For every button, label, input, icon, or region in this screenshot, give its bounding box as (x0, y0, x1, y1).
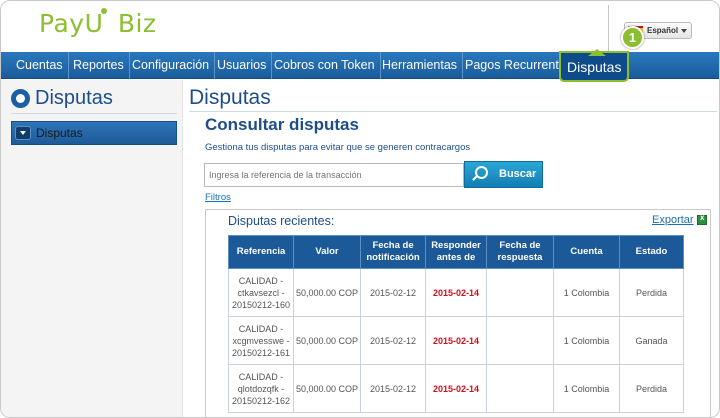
cell-respond-before: 2015-02-14 (425, 268, 487, 317)
title-divider (189, 111, 717, 112)
active-tab-pointer (588, 49, 606, 56)
search-icon (475, 166, 488, 179)
cell-respond-before: 2015-02-14 (425, 316, 487, 365)
chevron-down-icon (681, 29, 687, 33)
column-header-valor[interactable]: Valor (292, 235, 362, 269)
payu-biz-logo: PayU Biz (39, 8, 157, 38)
nav-item-herramientas[interactable]: Herramientas (377, 52, 464, 79)
table-row[interactable]: CALIDAD - xcgmvesswe - 20150212-161 50,0… (228, 316, 684, 365)
disputes-icon (11, 89, 30, 108)
cell-response-date (485, 364, 555, 413)
cell-value: 50,000.00 COP (292, 364, 362, 413)
page-title: Disputas (189, 86, 271, 109)
cell-reference[interactable]: CALIDAD - qlotdozqfk - 20150212-162 (228, 364, 294, 413)
search-button-label: Buscar (499, 168, 537, 180)
column-header-fecha-respuesta[interactable]: Fecha de respuesta (485, 235, 555, 269)
cell-response-date (485, 316, 555, 365)
nav-item-configuracion[interactable]: Configuración (127, 52, 216, 79)
recent-disputes-panel: Disputas recientes: Exportar Referencia … (205, 209, 711, 417)
cell-account: 1 Colombia (552, 364, 621, 413)
cell-reference[interactable]: CALIDAD - xcgmvesswe - 20150212-161 (228, 316, 294, 365)
cell-account: 1 Colombia (552, 316, 621, 365)
column-header-fecha-notificacion[interactable]: Fecha de notificación (360, 235, 427, 269)
nav-item-usuarios[interactable]: Usuarios (212, 52, 273, 79)
export-link[interactable]: Exportar (652, 214, 694, 226)
logo-text: PayU (39, 9, 104, 38)
table-header-row: Referencia Valor Fecha de notificación R… (228, 235, 684, 269)
language-label: Español (647, 26, 679, 35)
nav-item-pagos-recurrentes[interactable]: Pagos Recurrente (460, 52, 572, 79)
nav-item-cobros-con-token[interactable]: Cobros con Token (269, 52, 381, 79)
sidebar-item-disputas[interactable]: Disputas (11, 121, 177, 145)
header: PayU Biz Español (1, 1, 719, 52)
table-row[interactable]: CALIDAD - ctkavsezcl - 20150212-160 50,0… (228, 268, 684, 317)
section-title: Consultar disputas (205, 115, 359, 134)
header-divider (608, 5, 609, 51)
step-badge: 1 (621, 26, 644, 49)
cell-status: Perdida (619, 268, 684, 317)
column-header-responder-antes[interactable]: Responder antes de (425, 235, 487, 269)
cell-response-date (485, 268, 555, 317)
cell-notification-date: 2015-02-12 (360, 316, 427, 365)
cell-value: 50,000.00 COP (292, 316, 362, 365)
sidebar-item-label: Disputas (36, 126, 83, 140)
main-nav: Cuentas Reportes Configuración Usuarios … (1, 51, 719, 82)
column-header-estado[interactable]: Estado (619, 235, 684, 269)
logo-dot-icon (101, 8, 108, 14)
search-input[interactable] (204, 163, 464, 187)
cell-value: 50,000.00 COP (292, 268, 362, 317)
chevron-down-icon (15, 126, 31, 140)
recent-disputes-title: Disputas recientes: (228, 214, 335, 228)
table-row[interactable]: CALIDAD - qlotdozqfk - 20150212-162 50,0… (228, 364, 684, 413)
logo-suffix: Biz (117, 9, 157, 38)
nav-item-reportes[interactable]: Reportes (68, 52, 130, 79)
nav-item-cuentas[interactable]: Cuentas (11, 52, 69, 79)
sidebar-header: Disputas (11, 86, 177, 114)
cell-status: Perdida (619, 364, 684, 413)
column-header-referencia[interactable]: Referencia (228, 235, 294, 269)
search-button[interactable]: Buscar (464, 161, 543, 188)
cell-notification-date: 2015-02-12 (360, 268, 427, 317)
cell-notification-date: 2015-02-12 (360, 364, 427, 413)
column-header-cuenta[interactable]: Cuenta (552, 235, 621, 269)
sidebar: Disputas Disputas (1, 80, 183, 417)
excel-icon[interactable] (697, 213, 707, 225)
cell-reference[interactable]: CALIDAD - ctkavsezcl - 20150212-160 (228, 268, 294, 317)
disputes-table: Referencia Valor Fecha de notificación R… (228, 235, 684, 413)
cell-account: 1 Colombia (552, 268, 621, 317)
section-description: Gestiona tus disputas para evitar que se… (205, 142, 471, 153)
cell-status: Ganada (619, 316, 684, 365)
app-window: PayU Biz Español Cuentas Reportes Config… (0, 0, 720, 418)
filters-link[interactable]: Filtros (205, 192, 231, 203)
sidebar-title: Disputas (35, 87, 113, 109)
cell-respond-before: 2015-02-14 (425, 364, 487, 413)
